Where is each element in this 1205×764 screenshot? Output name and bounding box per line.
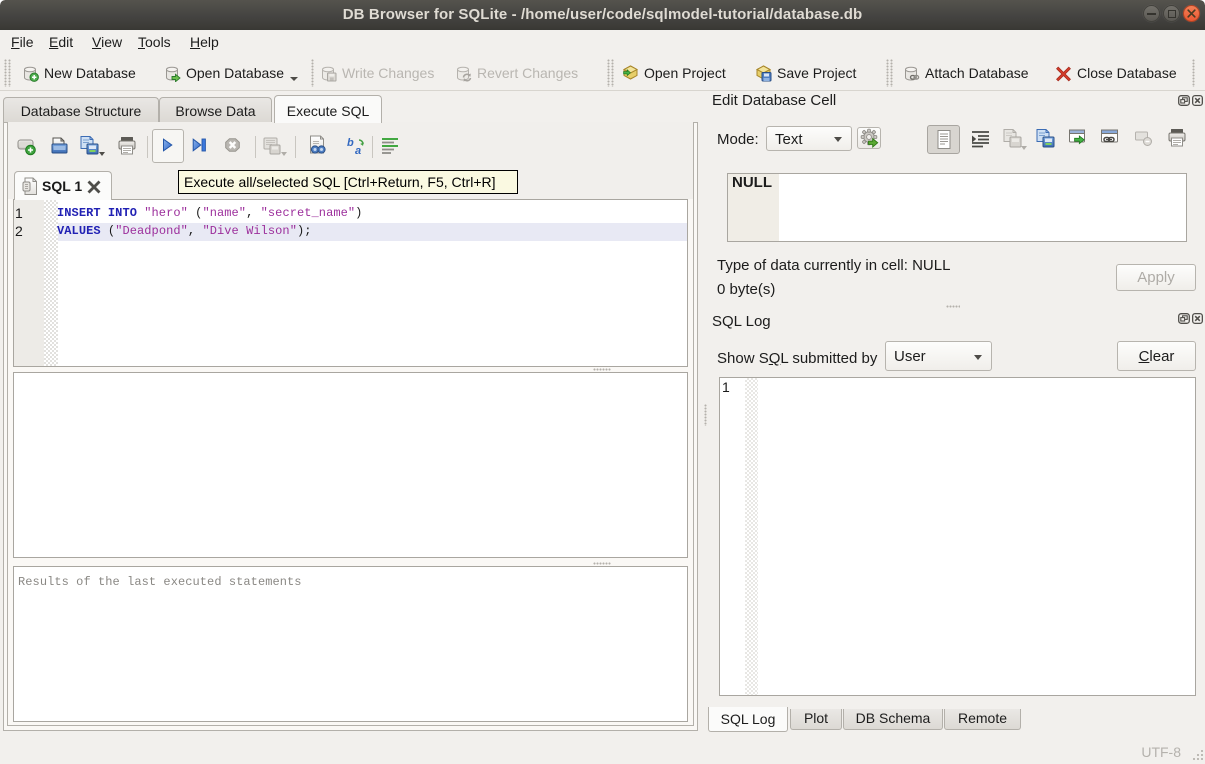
svg-text:b: b [347,137,354,149]
svg-text:a: a [355,145,361,156]
